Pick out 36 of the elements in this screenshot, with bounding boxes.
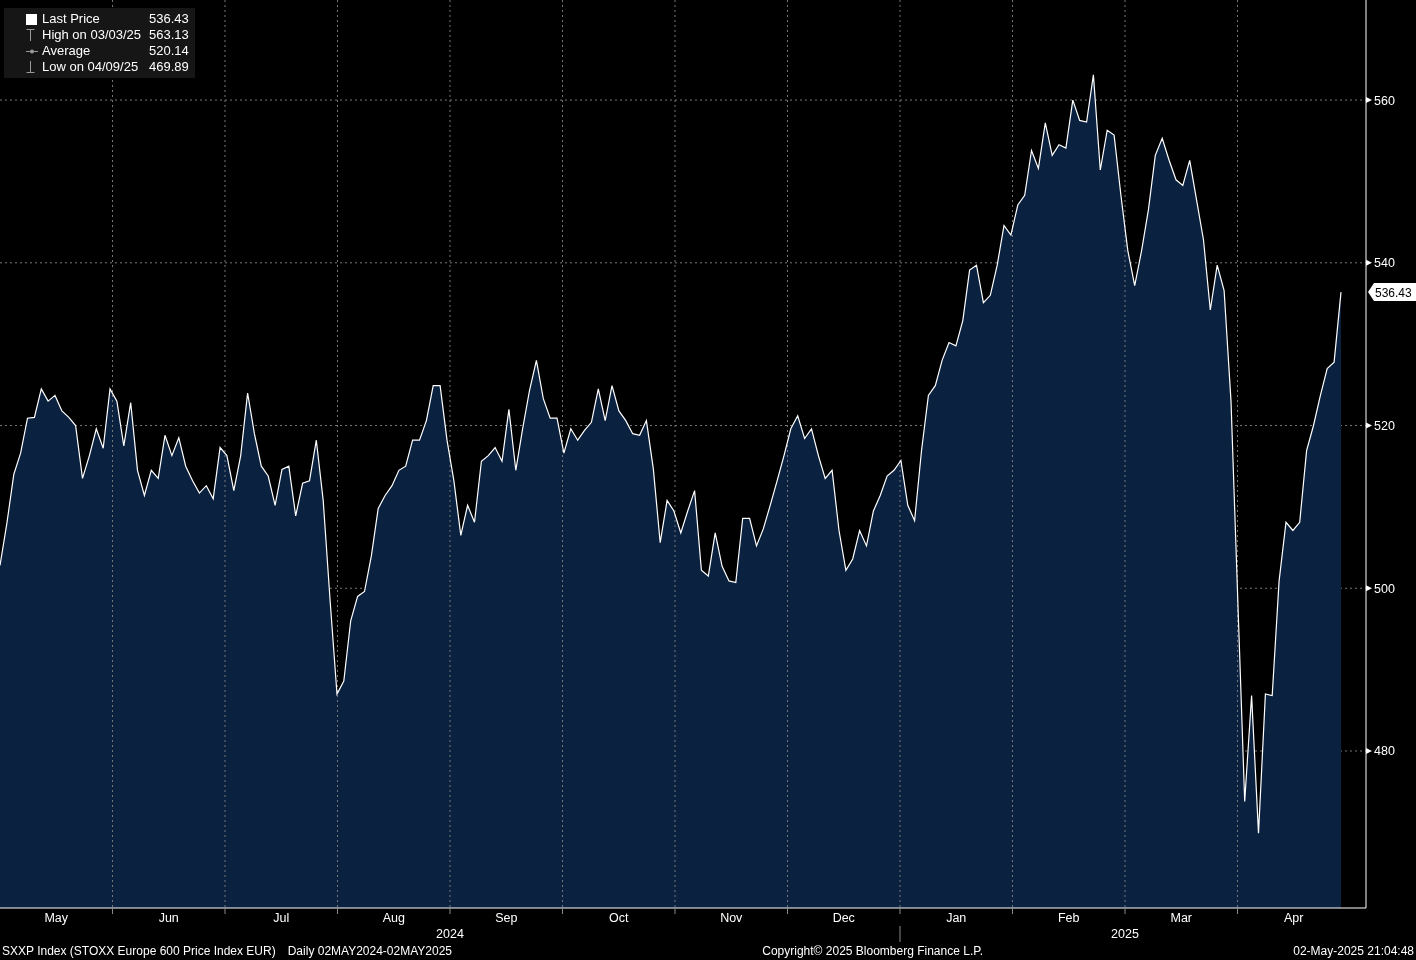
average-marker-icon (26, 48, 38, 54)
x-axis-label: Jun (158, 911, 179, 925)
x-axis-label: Dec (832, 911, 855, 925)
y-axis-label: 500 (1374, 581, 1395, 596)
period-text: Daily 02MAY2024-02MAY2025 (287, 944, 453, 958)
x-axis-label: Sep (495, 911, 518, 925)
y-axis-label: 480 (1374, 744, 1395, 759)
y-axis-label: 560 (1374, 93, 1395, 108)
x-axis-label: Mar (1170, 911, 1192, 925)
y-axis-label: 540 (1374, 256, 1395, 271)
legend-label: Last Price (42, 11, 101, 27)
y-axis-label: 520 (1374, 419, 1395, 433)
legend-label: Average (42, 43, 92, 59)
low-marker-icon (26, 61, 35, 73)
legend-value: 563.13 (149, 27, 189, 43)
year-label: 2024 (436, 927, 464, 941)
x-axis-label: Apr (1284, 911, 1304, 925)
security-name: SXXP Index (STOXX Europe 600 Price Index EUR) (2, 944, 276, 958)
x-axis-label: May (44, 911, 69, 925)
legend-label: Low on 04/09/25 (42, 59, 140, 75)
x-axis-label: Feb (1058, 911, 1080, 925)
square-icon (26, 13, 37, 25)
timestamp: 02-May-2025 21:04:48 (1293, 944, 1414, 958)
legend-label: High on 03/03/25 (42, 27, 143, 43)
last-price-tag: 536.43 (1368, 283, 1416, 302)
year-label: 2025 (1111, 927, 1139, 941)
high-marker-icon (26, 29, 35, 41)
copyright-text: Copyright© 2025 Bloomberg Finance L.P. (762, 944, 984, 958)
x-axis-label: Aug (382, 911, 405, 925)
x-axis-label: Nov (720, 911, 743, 925)
x-axis-label: Jul (273, 911, 290, 925)
legend-value: 520.14 (149, 43, 189, 59)
legend-value: 536.43 (149, 11, 189, 27)
x-axis-label: Jan (946, 911, 967, 925)
legend-value: 469.89 (149, 59, 189, 75)
x-axis-label: Oct (609, 911, 629, 925)
